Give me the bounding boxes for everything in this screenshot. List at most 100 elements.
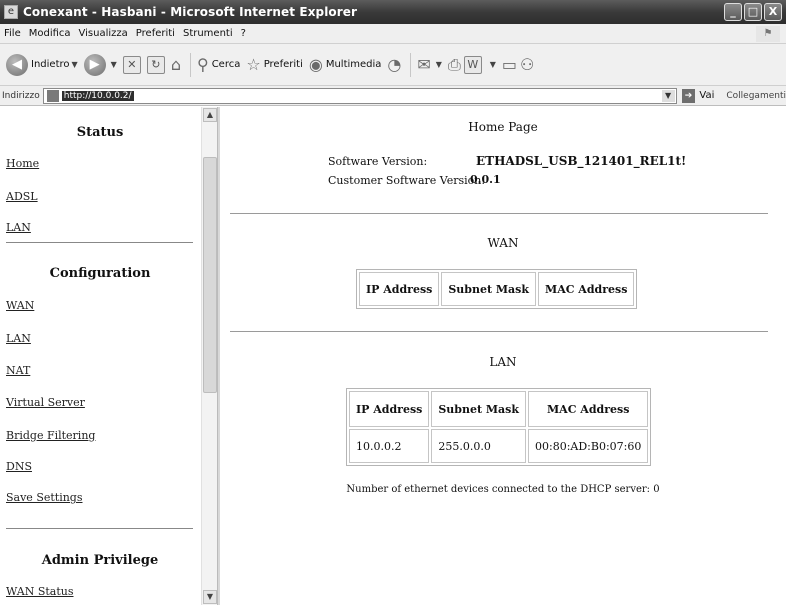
nav-link-nat[interactable]: NAT — [6, 364, 30, 377]
lan-ip-value: 10.0.0.2 — [349, 429, 430, 463]
wan-col-mask: Subnet Mask — [441, 272, 537, 306]
media-label: Multimedia — [325, 59, 382, 70]
discuss-icon[interactable]: ▭ — [502, 55, 517, 74]
refresh-button[interactable]: ↻ — [146, 55, 165, 74]
lan-mask-value: 255.0.0.0 — [431, 429, 527, 463]
wan-col-mac: MAC Address — [538, 272, 635, 306]
word-edit-icon: W — [463, 55, 482, 74]
forward-button[interactable]: ▶ ▼ — [83, 53, 117, 76]
nav-link-home[interactable]: Home — [6, 157, 39, 170]
page-title: Home Page — [468, 120, 538, 134]
close-button[interactable]: X — [764, 3, 782, 21]
lan-col-ip: IP Address — [349, 391, 430, 427]
stop-button[interactable]: ✕ — [122, 55, 141, 74]
address-dropdown-icon[interactable]: ▼ — [661, 89, 675, 102]
print-icon[interactable]: ⎙ — [448, 55, 461, 75]
menu-visualizza[interactable]: Visualizza — [79, 28, 128, 39]
address-label: Indirizzo — [2, 90, 40, 101]
mail-icon: ✉ — [417, 55, 431, 74]
toolbar-separator — [189, 52, 191, 77]
maximize-button[interactable]: □ — [744, 3, 762, 21]
nav-link-config-lan[interactable]: LAN — [6, 332, 31, 345]
edit-button[interactable]: W ▼ — [463, 55, 496, 74]
minimize-button[interactable]: _ — [724, 3, 742, 21]
go-button[interactable]: Vai — [699, 90, 714, 101]
nav-divider — [6, 242, 193, 243]
customer-version-label: Customer Software Version: — [328, 174, 486, 187]
menu-bar: File Modifica Visualizza Preferiti Strum… — [0, 24, 786, 44]
lan-col-mac: MAC Address — [528, 391, 649, 427]
address-bar: Indirizzo http://10.0.0.2/ ▼ ➔ Vai Colle… — [0, 86, 786, 106]
menu-file[interactable]: File — [4, 28, 21, 39]
favorites-button[interactable]: ☆ Preferiti — [246, 55, 303, 74]
page-icon — [46, 89, 59, 102]
lan-table: IP Address Subnet Mask MAC Address 10.0.… — [346, 388, 652, 466]
scroll-thumb[interactable] — [203, 157, 217, 393]
back-arrow-icon: ◀ — [6, 53, 28, 76]
nav-link-save-settings[interactable]: Save Settings — [6, 491, 83, 504]
forward-dropdown-icon[interactable]: ▼ — [111, 60, 117, 69]
back-dropdown-icon[interactable]: ▼ — [72, 60, 78, 69]
mail-button[interactable]: ✉ ▼ — [417, 55, 442, 74]
search-icon: ⚲ — [196, 55, 209, 74]
back-button[interactable]: ◀ Indietro ▼ — [6, 53, 78, 76]
menu-preferiti[interactable]: Preferiti — [136, 28, 175, 39]
status-section-title: Status — [76, 125, 124, 140]
messenger-icon[interactable]: ⚇ — [520, 55, 534, 74]
configuration-section-title: Configuration — [49, 266, 151, 281]
back-label: Indietro — [31, 59, 70, 70]
nav-link-adsl[interactable]: ADSL — [6, 190, 38, 203]
section-divider — [230, 331, 768, 332]
go-arrow-icon[interactable]: ➔ — [681, 88, 696, 103]
edit-dropdown-icon[interactable]: ▼ — [490, 60, 496, 69]
menu-modifica[interactable]: Modifica — [29, 28, 71, 39]
address-url[interactable]: http://10.0.0.2/ — [61, 90, 134, 101]
toolbar-separator — [410, 52, 412, 77]
nav-link-virtual-server[interactable]: Virtual Server — [6, 396, 85, 409]
favorites-label: Preferiti — [263, 59, 303, 70]
window-controls: _ □ X — [724, 3, 782, 21]
search-label: Cerca — [211, 59, 241, 70]
lan-heading: LAN — [489, 355, 517, 369]
lan-col-mask: Subnet Mask — [431, 391, 527, 427]
nav-link-status-lan[interactable]: LAN — [6, 221, 31, 234]
nav-link-bridge-filtering[interactable]: Bridge Filtering — [6, 429, 95, 442]
window-title-bar: e Conexant - Hasbani - Microsoft Interne… — [0, 0, 786, 24]
window-title: Conexant - Hasbani - Microsoft Internet … — [23, 5, 358, 19]
admin-section-title: Admin Privilege — [41, 553, 159, 568]
standard-toolbar: ◀ Indietro ▼ ▶ ▼ ✕ ↻ ⌂ ⚲ Cerca ☆ Preferi… — [0, 44, 786, 86]
media-icon: ◉ — [308, 55, 323, 74]
section-divider — [230, 213, 768, 214]
scroll-up-icon[interactable]: ▲ — [203, 108, 217, 122]
windows-logo-icon: ⚑ — [756, 26, 780, 42]
software-version-label: Software Version: — [328, 155, 428, 168]
wan-col-ip: IP Address — [359, 272, 440, 306]
ie-app-icon: e — [4, 5, 18, 19]
nav-frame: Status Home ADSL LAN Configuration WAN L… — [0, 107, 200, 605]
content-frame: Home Page Software Version: ETHADSL_USB_… — [220, 107, 786, 605]
forward-arrow-icon: ▶ — [83, 53, 106, 76]
wan-heading: WAN — [487, 236, 519, 250]
search-button[interactable]: ⚲ Cerca — [197, 55, 240, 74]
nav-divider — [6, 528, 193, 529]
history-icon[interactable]: ◔ — [387, 55, 401, 74]
address-input[interactable]: http://10.0.0.2/ ▼ — [42, 87, 677, 104]
home-icon[interactable]: ⌂ — [171, 55, 181, 74]
nav-link-wan[interactable]: WAN — [6, 299, 34, 312]
customer-version-value: 0.0.1 — [470, 173, 501, 186]
media-button[interactable]: ◉ Multimedia — [309, 55, 382, 74]
table-row: 10.0.0.2 255.0.0.0 00:80:AD:B0:07:60 — [349, 429, 649, 463]
nav-link-dns[interactable]: DNS — [6, 460, 32, 473]
software-version-value: ETHADSL_USB_121401_REL1t! — [476, 154, 687, 168]
links-button[interactable]: Collegamenti — [726, 91, 786, 101]
menu-help[interactable]: ? — [241, 28, 246, 39]
nav-frame-scrollbar[interactable]: ▲ ▼ — [201, 107, 217, 605]
scroll-down-icon[interactable]: ▼ — [203, 590, 217, 604]
wan-table: IP Address Subnet Mask MAC Address — [356, 269, 638, 309]
mail-dropdown-icon[interactable]: ▼ — [436, 60, 442, 69]
lan-mac-value: 00:80:AD:B0:07:60 — [528, 429, 649, 463]
nav-link-wan-status[interactable]: WAN Status — [6, 585, 74, 598]
dhcp-device-count: Number of ethernet devices connected to … — [346, 484, 660, 495]
star-icon: ☆ — [246, 55, 261, 74]
menu-strumenti[interactable]: Strumenti — [183, 28, 233, 39]
